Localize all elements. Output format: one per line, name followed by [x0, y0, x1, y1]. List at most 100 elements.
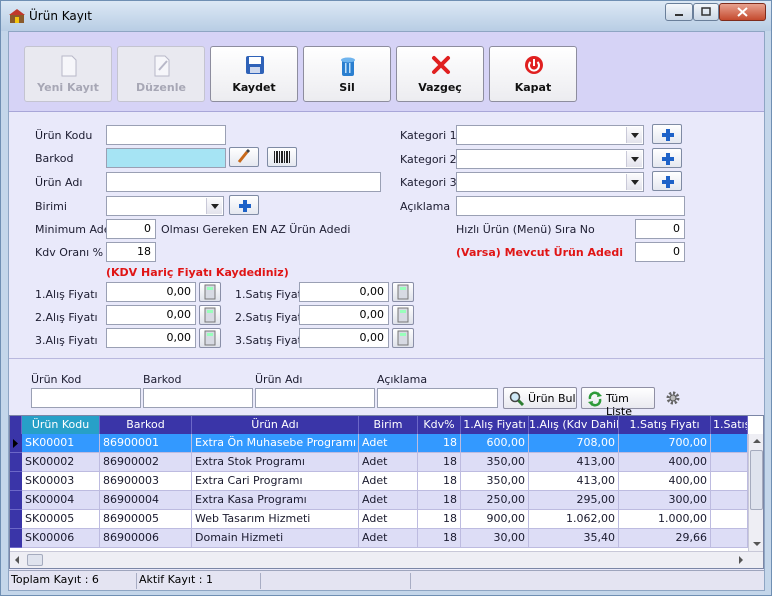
quick-order-input[interactable]: 0 — [635, 219, 685, 239]
table-cell[interactable]: 35,40 — [529, 529, 619, 548]
sale-price-1-calc-button[interactable] — [392, 282, 414, 302]
table-cell[interactable]: 413,00 — [529, 472, 619, 491]
purchase-price-1-input[interactable]: 0,00 — [106, 282, 196, 302]
save-button[interactable]: Kaydet — [210, 46, 298, 102]
table-row[interactable]: SK00003 86900003 Extra Cari Programı Adet 18… — [10, 472, 748, 491]
description-input[interactable] — [456, 196, 685, 216]
table-cell[interactable] — [711, 510, 748, 529]
table-cell[interactable]: Extra Cari Programı — [192, 472, 359, 491]
exit-button[interactable]: Kapat — [489, 46, 577, 102]
table-cell[interactable]: 86900005 — [100, 510, 192, 529]
scroll-thumb[interactable] — [750, 450, 763, 510]
min-qty-input[interactable]: 0 — [106, 219, 156, 239]
sale-price-3-input[interactable]: 0,00 — [299, 328, 389, 348]
table-cell[interactable]: Adet — [359, 529, 418, 548]
column-header-sale-extra[interactable]: 1.Satış — [711, 416, 748, 434]
column-header-unit[interactable]: Birim — [359, 416, 418, 434]
table-cell[interactable] — [711, 491, 748, 510]
table-cell[interactable]: 86900001 — [100, 434, 192, 453]
find-product-button[interactable]: Ürün Bul — [503, 387, 577, 409]
table-cell[interactable]: 413,00 — [529, 453, 619, 472]
vat-rate-input[interactable]: 18 — [106, 242, 156, 262]
search-barcode-input[interactable] — [143, 388, 253, 408]
purchase-price-3-input[interactable]: 0,00 — [106, 328, 196, 348]
table-cell[interactable]: SK00006 — [22, 529, 100, 548]
barcode-pick-button[interactable] — [229, 147, 259, 167]
table-cell[interactable]: Adet — [359, 510, 418, 529]
sale-price-1-input[interactable]: 0,00 — [299, 282, 389, 302]
sale-price-3-calc-button[interactable] — [392, 328, 414, 348]
search-description-input[interactable] — [377, 388, 498, 408]
table-cell[interactable]: Adet — [359, 491, 418, 510]
product-grid[interactable]: Ürün Kodu Barkod Ürün Adı Birim Kdv% 1.A… — [9, 415, 764, 569]
table-row[interactable]: SK00006 86900006 Domain Hizmeti Adet 18 30,00… — [10, 529, 748, 548]
table-cell[interactable]: 29,66 — [619, 529, 711, 548]
table-cell[interactable]: Adet — [359, 472, 418, 491]
column-header-name[interactable]: Ürün Adı — [192, 416, 359, 434]
cancel-button[interactable]: Vazgeç — [396, 46, 484, 102]
column-header-purchase-vat-incl[interactable]: 1.Alış (Kdv Dahil) — [529, 416, 619, 434]
purchase-price-1-calc-button[interactable] — [199, 282, 221, 302]
column-header-sale-price[interactable]: 1.Satış Fiyatı — [619, 416, 711, 434]
new-record-button[interactable]: Yeni Kayıt — [24, 46, 112, 102]
table-cell[interactable]: 400,00 — [619, 453, 711, 472]
table-cell[interactable] — [711, 453, 748, 472]
category-2-select[interactable] — [456, 149, 644, 169]
sale-price-2-calc-button[interactable] — [392, 305, 414, 325]
table-cell[interactable]: 86900003 — [100, 472, 192, 491]
table-cell[interactable]: SK00001 — [22, 434, 100, 453]
add-category-2-button[interactable] — [652, 148, 682, 168]
table-cell[interactable] — [711, 529, 748, 548]
table-cell[interactable]: 18 — [418, 529, 461, 548]
table-cell[interactable]: 300,00 — [619, 491, 711, 510]
search-name-input[interactable] — [255, 388, 375, 408]
table-cell[interactable]: 18 — [418, 491, 461, 510]
search-code-input[interactable] — [31, 388, 141, 408]
table-cell[interactable]: Adet — [359, 453, 418, 472]
table-cell[interactable]: 708,00 — [529, 434, 619, 453]
table-row[interactable]: SK00005 86900005 Web Tasarım Hizmeti Adet 18… — [10, 510, 748, 529]
table-row[interactable]: SK00004 86900004 Extra Kasa Programı Adet 18… — [10, 491, 748, 510]
table-cell[interactable]: Extra Kasa Programı — [192, 491, 359, 510]
table-cell[interactable]: 86900006 — [100, 529, 192, 548]
table-cell[interactable] — [711, 472, 748, 491]
delete-button[interactable]: Sil — [303, 46, 391, 102]
table-cell[interactable]: Domain Hizmeti — [192, 529, 359, 548]
table-cell[interactable]: 86900002 — [100, 453, 192, 472]
list-all-button[interactable]: Tüm Liste — [581, 387, 655, 418]
barcode-generate-button[interactable] — [267, 147, 297, 167]
table-cell[interactable]: 600,00 — [461, 434, 529, 453]
product-code-input[interactable] — [106, 125, 226, 145]
table-cell[interactable]: 1.000,00 — [619, 510, 711, 529]
maximize-button[interactable] — [693, 3, 719, 21]
table-cell[interactable]: 700,00 — [619, 434, 711, 453]
column-header-purchase-price[interactable]: 1.Alış Fiyatı — [461, 416, 529, 434]
add-unit-button[interactable] — [229, 195, 259, 215]
table-cell[interactable]: 250,00 — [461, 491, 529, 510]
purchase-price-3-calc-button[interactable] — [199, 328, 221, 348]
table-cell[interactable]: 1.062,00 — [529, 510, 619, 529]
table-cell[interactable]: Extra Ön Muhasebe Programı — [192, 434, 359, 453]
table-cell[interactable]: Adet — [359, 434, 418, 453]
edit-button[interactable]: Düzenle — [117, 46, 205, 102]
table-row[interactable]: SK00001 86900001 Extra Ön Muhasebe Program… — [10, 434, 748, 453]
table-cell[interactable]: Web Tasarım Hizmeti — [192, 510, 359, 529]
product-name-input[interactable] — [106, 172, 381, 192]
table-cell[interactable] — [711, 434, 748, 453]
table-cell[interactable]: SK00003 — [22, 472, 100, 491]
table-cell[interactable]: Extra Stok Programı — [192, 453, 359, 472]
add-category-3-button[interactable] — [652, 171, 682, 191]
gear-icon[interactable] — [665, 390, 681, 406]
table-cell[interactable]: 30,00 — [461, 529, 529, 548]
table-cell[interactable]: 18 — [418, 453, 461, 472]
table-cell[interactable]: SK00005 — [22, 510, 100, 529]
purchase-price-2-calc-button[interactable] — [199, 305, 221, 325]
sale-price-2-input[interactable]: 0,00 — [299, 305, 389, 325]
table-cell[interactable]: SK00004 — [22, 491, 100, 510]
table-cell[interactable]: 18 — [418, 434, 461, 453]
table-cell[interactable]: 295,00 — [529, 491, 619, 510]
table-cell[interactable]: 86900004 — [100, 491, 192, 510]
table-cell[interactable]: 18 — [418, 472, 461, 491]
close-window-button[interactable] — [719, 3, 766, 21]
current-stock-input[interactable]: 0 — [635, 242, 685, 262]
